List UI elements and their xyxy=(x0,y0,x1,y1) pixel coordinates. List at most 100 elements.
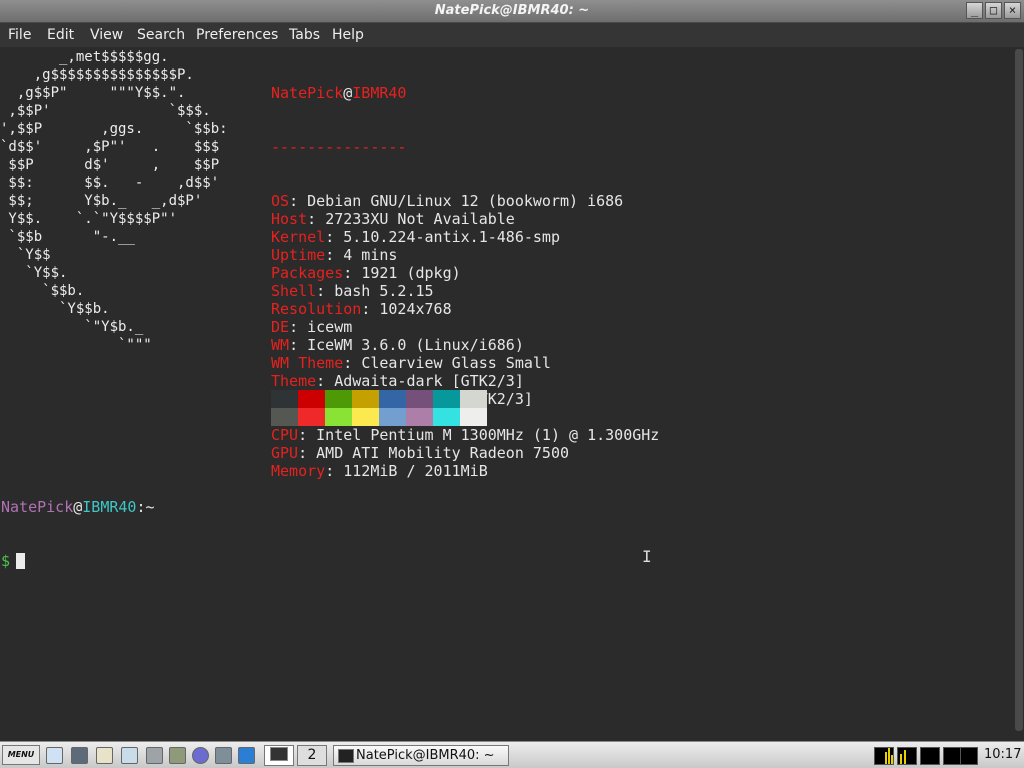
fetch-row-colon: : xyxy=(343,264,362,282)
fetch-row-value: Clearview Glass Small xyxy=(361,354,551,372)
close-button[interactable]: × xyxy=(1004,2,1021,19)
fetch-row: OS: Debian GNU/Linux 12 (bookworm) i686 xyxy=(271,192,659,210)
menu-preferences[interactable]: Preferences xyxy=(196,27,278,43)
menu-view[interactable]: View xyxy=(90,27,123,43)
text-editor-icon[interactable] xyxy=(146,747,163,764)
color-swatch xyxy=(298,390,325,408)
fetch-row-key: CPU xyxy=(271,426,299,444)
fetch-row: Kernel: 5.10.224-antix.1-486-smp xyxy=(271,228,659,246)
fetch-row-key: Memory xyxy=(271,462,326,480)
fetch-row-value: Debian GNU/Linux 12 (bookworm) i686 xyxy=(307,192,624,210)
taskbar: MENU 2 NatePick@IBMR40: ~ 10:17 xyxy=(0,741,1024,768)
color-swatch xyxy=(460,408,487,426)
cpu-monitor-icon[interactable] xyxy=(874,747,894,765)
fetch-row-value: 112MiB / 2011MiB xyxy=(343,462,488,480)
fetch-row-colon: : xyxy=(325,228,344,246)
color-swatch xyxy=(325,408,352,426)
terminal-output[interactable]: _,met$$$$$gg. ,g$$$$$$$$$$$$$$$P. ,g$$P"… xyxy=(0,47,1014,733)
fetch-row-value: AMD ATI Mobility Radeon 7500 xyxy=(316,444,570,462)
menu-tabs[interactable]: Tabs xyxy=(289,27,320,43)
workspace-1-button[interactable] xyxy=(264,745,294,766)
fetch-row-colon: : xyxy=(289,318,308,336)
color-swatch xyxy=(325,390,352,408)
prompt-at: @ xyxy=(73,498,83,516)
fetch-row-key: Theme xyxy=(271,372,317,390)
taskbar-window-button[interactable]: NatePick@IBMR40: ~ xyxy=(333,745,509,766)
terminal-scrollbar[interactable] xyxy=(1014,47,1024,733)
network-monitor-icon[interactable] xyxy=(897,747,917,765)
archive-icon[interactable] xyxy=(169,747,186,764)
fetch-row-value: 1024x768 xyxy=(379,300,452,318)
menu-help[interactable]: Help xyxy=(332,27,364,43)
fetch-separator: --------------- xyxy=(271,138,407,156)
fetch-row-key: OS xyxy=(271,192,290,210)
prompt-host: IBMR40 xyxy=(82,498,137,516)
debian-ascii-logo: _,met$$$$$gg. ,g$$$$$$$$$$$$$$$P. ,g$$P"… xyxy=(0,49,228,353)
start-menu-button[interactable]: MENU xyxy=(2,745,40,765)
taskbar-window-label: NatePick@IBMR40: ~ xyxy=(356,748,495,763)
fetch-row-colon: : xyxy=(307,210,326,228)
file-manager-icon[interactable] xyxy=(121,747,138,764)
fetch-row-key: Uptime xyxy=(271,246,326,264)
fetch-row-key: Resolution xyxy=(271,300,362,318)
menu-search[interactable]: Search xyxy=(137,27,185,43)
fetch-row: GPU: AMD ATI Mobility Radeon 7500 xyxy=(271,444,659,462)
fetch-row-value: 5.10.224-antix.1-486-smp xyxy=(343,228,560,246)
volume-monitor-icon[interactable] xyxy=(960,747,978,765)
menu-edit[interactable]: Edit xyxy=(47,27,74,43)
minimize-button[interactable]: _ xyxy=(966,2,983,19)
fetch-row-key: GPU xyxy=(271,444,299,462)
fetch-user-host: NatePick@IBMR40 xyxy=(271,84,659,102)
fetch-row-colon: : xyxy=(298,426,317,444)
fetch-row-key: Packages xyxy=(271,264,344,282)
fetch-row: Resolution: 1024x768 xyxy=(271,300,659,318)
fetch-row-key: DE xyxy=(271,318,290,336)
fetch-row-colon: : xyxy=(325,246,344,264)
fetch-row: Theme: Adwaita-dark [GTK2/3] xyxy=(271,372,659,390)
system-info: NatePick@IBMR40 --------------- OS: Debi… xyxy=(271,48,659,516)
fetch-row-colon: : xyxy=(343,354,362,372)
taskbar-clock[interactable]: 10:17 xyxy=(984,747,1021,762)
terminal-icon[interactable] xyxy=(96,747,113,764)
fetch-row-colon: : xyxy=(316,282,335,300)
memory-monitor-icon[interactable] xyxy=(920,747,940,765)
color-swatch xyxy=(406,390,433,408)
fetch-row: Packages: 1921 (dpkg) xyxy=(271,264,659,282)
maximize-button[interactable]: □ xyxy=(985,2,1002,19)
color-swatch xyxy=(379,390,406,408)
desktop-screen: NatePick@IBMR40: ~ _ □ × File Edit View … xyxy=(0,0,1024,768)
fetch-row: Shell: bash 5.2.15 xyxy=(271,282,659,300)
workspace-1-preview-icon xyxy=(270,747,288,761)
workspace-2-button[interactable]: 2 xyxy=(297,745,327,766)
settings-icon[interactable] xyxy=(192,747,209,764)
prompt-user: NatePick xyxy=(1,498,74,516)
color-swatch xyxy=(271,390,298,408)
fetch-row-key: Kernel xyxy=(271,228,326,246)
fetch-row: CPU: Intel Pentium M 1300MHz (1) @ 1.300… xyxy=(271,426,659,444)
fetch-row: Uptime: 4 mins xyxy=(271,246,659,264)
fetch-row: Host: 27233XU Not Available xyxy=(271,210,659,228)
fetch-row: WM Theme: Clearview Glass Small xyxy=(271,354,659,372)
show-desktop-icon[interactable] xyxy=(46,747,63,764)
fetch-row-value: Adwaita-dark [GTK2/3] xyxy=(334,372,524,390)
color-swatch xyxy=(433,390,460,408)
color-swatch xyxy=(352,408,379,426)
text-cursor xyxy=(16,553,26,569)
shell-prompt[interactable]: NatePick@IBMR40:~ $ xyxy=(1,462,155,606)
window-title: NatePick@IBMR40: ~ xyxy=(434,3,590,18)
window-titlebar[interactable]: NatePick@IBMR40: ~ _ □ × xyxy=(0,0,1024,23)
scrollbar-thumb[interactable] xyxy=(1015,49,1023,731)
window-list-icon[interactable] xyxy=(71,747,88,764)
color-swatch xyxy=(433,408,460,426)
network-icon[interactable] xyxy=(238,747,255,764)
fetch-row-value: 4 mins xyxy=(343,246,398,264)
fetch-row-value: IceWM 3.6.0 (Linux/i686) xyxy=(307,336,524,354)
ibeam-cursor-icon: I xyxy=(642,547,652,566)
prompt-path: :~ xyxy=(136,498,155,516)
color-swatch xyxy=(298,408,325,426)
fetch-row-value: 27233XU Not Available xyxy=(325,210,515,228)
fetch-row-colon: : xyxy=(298,444,317,462)
menu-file[interactable]: File xyxy=(8,27,31,43)
browser-icon[interactable] xyxy=(215,747,232,764)
fetch-row: DE: icewm xyxy=(271,318,659,336)
